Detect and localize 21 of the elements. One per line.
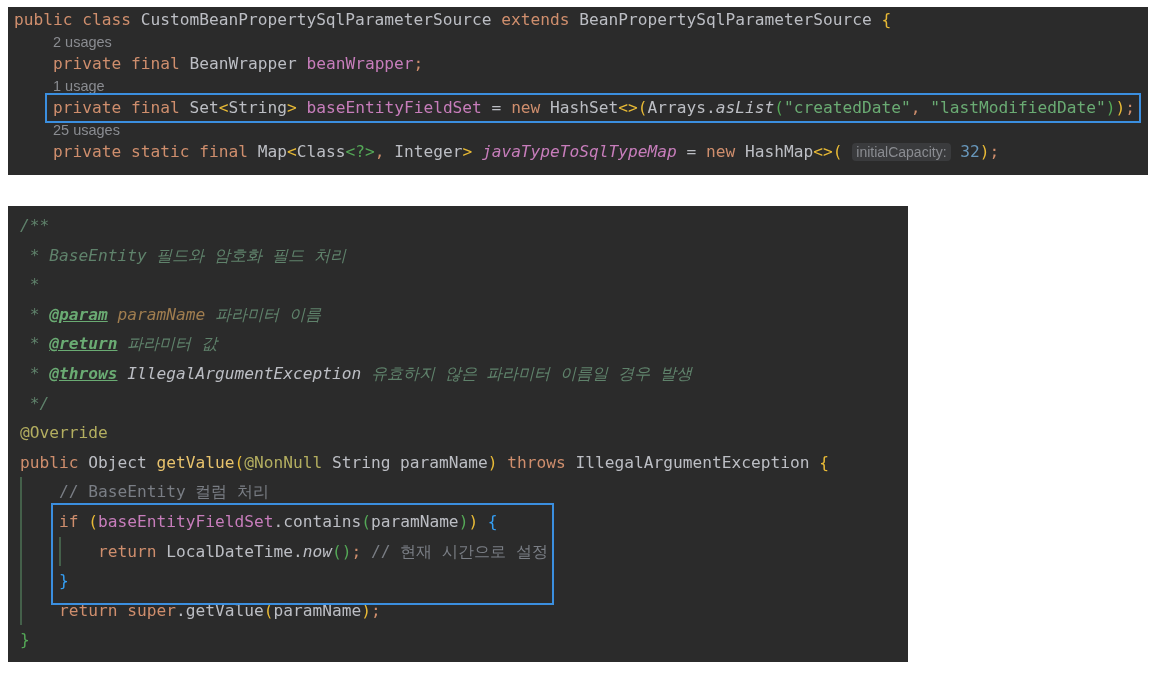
code-line: * BaseEntity 필드와 암호화 필드 처리 <box>28 244 348 267</box>
code-line: public Object getValue(@NonNull String paramName) throws IllegalArgumentException { <box>20 451 830 474</box>
code-line: * <box>28 274 41 297</box>
code-line: /** <box>20 215 51 237</box>
code-line: } <box>59 570 70 593</box>
code-line: } <box>20 629 31 652</box>
code-line: * @param paramName 파라미터 이름 <box>28 303 323 326</box>
code-line: return LocalDateTime.now(); // 현재 시간으로 설정 <box>98 540 548 563</box>
code-line: public class CustomBeanPropertySqlParameterSource extends BeanPropertySqlParameterSource { <box>14 9 893 31</box>
usage-hint[interactable]: 25 usages <box>53 119 1141 141</box>
code-line: */ <box>28 392 51 415</box>
code-line: if (baseEntityFieldSet.contains(paramName)) { <box>59 510 499 533</box>
code-line: * @return 파라미터 값 <box>28 333 220 356</box>
code-line: @Override <box>20 422 109 445</box>
code-line: private final Set<String> baseEntityFieldSet = new HashSet<>(Arrays.asList("createdDate", "lastModifiedDate")); <box>53 97 1135 119</box>
code-line: * @throws IllegalArgumentException 유효하지 않은 파라미터 이름일 경우 발생 <box>28 362 694 385</box>
code-line: private final BeanWrapper beanWrapper; <box>53 53 425 75</box>
usage-hint[interactable]: 2 usages <box>53 31 1141 53</box>
code-line: private static final Map<Class<?>, Integer> javaTypeToSqlTypeMap = new HashMap<>( initialCapacity: 32); <box>53 141 1001 163</box>
code-line: // BaseEntity 컬럼 처리 <box>59 481 271 504</box>
usage-hint[interactable]: 1 usage <box>53 75 1141 97</box>
